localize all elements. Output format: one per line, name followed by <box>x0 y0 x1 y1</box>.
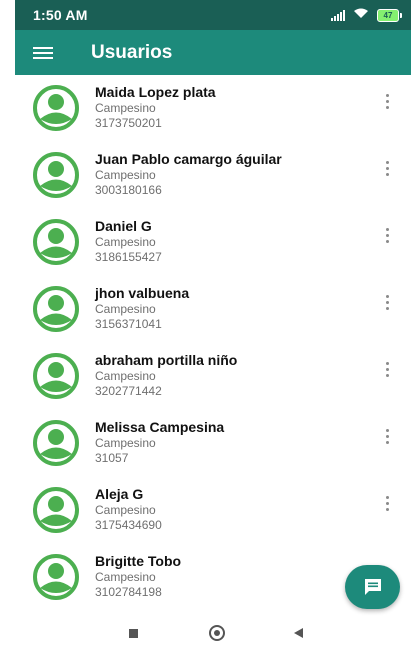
home-circle-icon[interactable] <box>209 625 225 641</box>
user-phone: 3156371041 <box>95 317 162 331</box>
user-role: Campesino <box>95 235 156 249</box>
avatar-icon <box>32 486 80 534</box>
list-item[interactable]: Melissa Campesina Campesino 31057 <box>15 410 411 477</box>
list-item[interactable]: jhon valbuena Campesino 3156371041 <box>15 276 411 343</box>
avatar-icon <box>32 151 80 199</box>
battery-icon: 47 <box>377 8 402 22</box>
user-name: Daniel G <box>95 218 152 234</box>
page-title: Usuarios <box>91 41 173 63</box>
avatar-icon <box>32 352 80 400</box>
status-time: 1:50 AM <box>33 7 88 23</box>
chat-fab-button[interactable] <box>345 565 400 609</box>
list-item[interactable]: Daniel G Campesino 3186155427 <box>15 209 411 276</box>
user-role: Campesino <box>95 302 156 316</box>
user-phone: 3175434690 <box>95 518 162 532</box>
back-triangle-icon[interactable] <box>294 628 303 638</box>
more-options-icon[interactable] <box>379 290 395 314</box>
signal-icon <box>331 9 345 21</box>
more-options-icon[interactable] <box>379 424 395 448</box>
more-options-icon[interactable] <box>379 223 395 247</box>
user-name: Juan Pablo camargo águilar <box>95 151 282 167</box>
user-name: Maida Lopez plata <box>95 84 216 100</box>
status-icons: 47 <box>331 6 402 24</box>
avatar-icon <box>32 218 80 266</box>
user-name: abraham portilla niño <box>95 352 238 368</box>
list-item[interactable]: Aleja G Campesino 3175434690 <box>15 477 411 544</box>
wifi-icon <box>353 6 369 24</box>
hamburger-menu-icon[interactable] <box>33 44 53 62</box>
chat-message-icon <box>364 579 381 595</box>
user-name: Aleja G <box>95 486 144 502</box>
system-nav-bar <box>15 620 411 648</box>
user-name: jhon valbuena <box>95 285 190 301</box>
user-name: Melissa Campesina <box>95 419 225 435</box>
more-options-icon[interactable] <box>379 357 395 381</box>
user-role: Campesino <box>95 570 156 584</box>
list-item[interactable]: abraham portilla niño Campesino 32027714… <box>15 343 411 410</box>
app-bar: Usuarios <box>15 30 411 75</box>
more-options-icon[interactable] <box>379 89 395 113</box>
user-role: Campesino <box>95 503 156 517</box>
more-options-icon[interactable] <box>379 491 395 515</box>
user-phone: 31057 <box>95 451 129 465</box>
user-role: Campesino <box>95 168 156 182</box>
list-item[interactable]: Juan Pablo camargo águilar Campesino 300… <box>15 142 411 209</box>
user-role: Campesino <box>95 101 156 115</box>
list-item[interactable]: Maida Lopez plata Campesino 3173750201 <box>15 75 411 142</box>
avatar-icon <box>32 553 80 601</box>
avatar-icon <box>32 285 80 333</box>
user-phone: 3173750201 <box>95 116 162 130</box>
user-phone: 3102784198 <box>95 585 162 599</box>
recents-square-icon[interactable] <box>129 629 138 638</box>
user-phone: 3186155427 <box>95 250 162 264</box>
avatar-icon <box>32 419 80 467</box>
app-screen: 1:50 AM 47 Usuarios Maida Lopez plata Ca… <box>15 0 411 648</box>
user-role: Campesino <box>95 369 156 383</box>
user-name: Brigitte Tobo <box>95 553 182 569</box>
user-phone: 3202771442 <box>95 384 162 398</box>
users-list[interactable]: Maida Lopez plata Campesino 3173750201 J… <box>15 75 411 620</box>
user-role: Campesino <box>95 436 156 450</box>
user-phone: 3003180166 <box>95 183 162 197</box>
avatar-icon <box>32 84 80 132</box>
more-options-icon[interactable] <box>379 156 395 180</box>
status-bar: 1:50 AM 47 <box>15 0 411 30</box>
